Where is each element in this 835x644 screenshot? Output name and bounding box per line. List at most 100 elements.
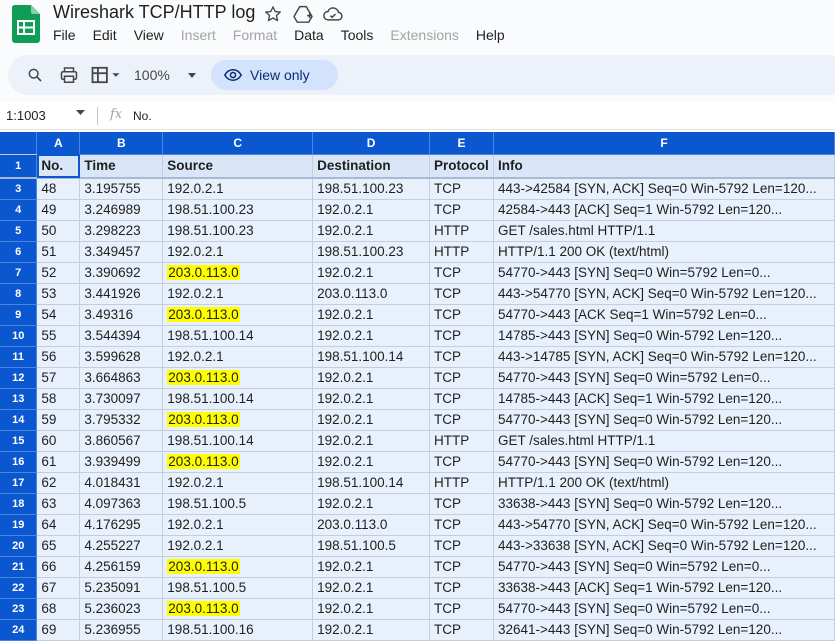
print-icon[interactable] — [57, 64, 81, 86]
cell-destination[interactable]: 203.0.113.0 — [312, 283, 431, 305]
column-header-a[interactable]: A — [36, 132, 81, 155]
cell-destination[interactable]: 192.0.2.1 — [312, 577, 431, 599]
cell-protocol[interactable]: TCP — [429, 367, 494, 389]
cell-info[interactable]: 443->14785 [SYN, ACK] Seq=0 Win-5792 Len… — [493, 346, 835, 368]
cell-no[interactable]: 63 — [36, 493, 81, 515]
header-cell-info[interactable]: Info — [493, 154, 835, 179]
column-header-f[interactable]: F — [493, 132, 835, 155]
row-header[interactable]: 11 — [0, 346, 38, 368]
cell-info[interactable]: 54770->443 [SYN] Seq=0 Win=5792 Len=0... — [493, 367, 835, 389]
cell-no[interactable]: 55 — [36, 325, 81, 347]
cell-info[interactable]: 32641->443 [SYN] Seq=0 Win-5792 Len=120.… — [493, 619, 835, 641]
row-header[interactable]: 17 — [0, 472, 38, 494]
cell-time[interactable]: 3.246989 — [79, 199, 164, 221]
cell-source[interactable]: 192.0.2.1 — [162, 514, 314, 536]
row-header[interactable]: 22 — [0, 577, 38, 599]
cell-source[interactable]: 192.0.2.1 — [162, 472, 314, 494]
cell-no[interactable]: 68 — [36, 598, 81, 620]
row-header[interactable]: 6 — [0, 241, 38, 263]
cell-info[interactable]: 54770->443 [SYN] Seq=0 Win=5792 Len=0... — [493, 598, 835, 620]
cell-source[interactable]: 203.0.113.0 — [162, 367, 314, 389]
cell-protocol[interactable]: HTTP — [429, 472, 494, 494]
cell-time[interactable]: 3.49316 — [79, 304, 164, 326]
cell-protocol[interactable]: TCP — [429, 493, 494, 515]
cell-time[interactable]: 3.730097 — [79, 388, 164, 410]
row-header[interactable]: 13 — [0, 388, 38, 410]
cell-no[interactable]: 62 — [36, 472, 81, 494]
cell-protocol[interactable]: TCP — [429, 199, 494, 221]
cell-destination[interactable]: 198.51.100.14 — [312, 346, 431, 368]
cell-protocol[interactable]: TCP — [429, 409, 494, 431]
cell-protocol[interactable]: TCP — [429, 556, 494, 578]
row-header[interactable]: 23 — [0, 598, 38, 620]
cell-info[interactable]: 42584->443 [ACK] Seq=1 Win-5792 Len=120.… — [493, 199, 835, 221]
cell-no[interactable]: 59 — [36, 409, 81, 431]
zoom-select[interactable]: 100% — [134, 67, 196, 83]
cell-no[interactable]: 66 — [36, 556, 81, 578]
cell-protocol[interactable]: TCP — [429, 514, 494, 536]
cell-source[interactable]: 198.51.100.23 — [162, 199, 314, 221]
cell-protocol[interactable]: TCP — [429, 577, 494, 599]
cell-info[interactable]: 54770->443 [SYN] Seq=0 Win=5792 Len=0... — [493, 556, 835, 578]
cell-destination[interactable]: 192.0.2.1 — [312, 220, 431, 242]
cell-time[interactable]: 4.097363 — [79, 493, 164, 515]
cell-info[interactable]: HTTP/1.1 200 OK (text/html) — [493, 472, 835, 494]
cell-info[interactable]: 33638->443 [ACK] Seq=1 Win-5792 Len=120.… — [493, 577, 835, 599]
cell-destination[interactable]: 192.0.2.1 — [312, 430, 431, 452]
document-title[interactable]: Wireshark TCP/HTTP log — [53, 2, 255, 23]
cell-destination[interactable]: 192.0.2.1 — [312, 493, 431, 515]
cell-no[interactable]: 58 — [36, 388, 81, 410]
cell-time[interactable]: 3.795332 — [79, 409, 164, 431]
cell-info[interactable]: 54770->443 [SYN] Seq=0 Win-5792 Len=120.… — [493, 409, 835, 431]
cell-time[interactable]: 3.939499 — [79, 451, 164, 473]
name-box[interactable]: 1:1003 — [6, 108, 46, 123]
cell-source[interactable]: 203.0.113.0 — [162, 304, 314, 326]
cell-destination[interactable]: 198.51.100.23 — [312, 178, 431, 200]
column-header-d[interactable]: D — [312, 132, 431, 155]
cell-no[interactable]: 53 — [36, 283, 81, 305]
row-header[interactable]: 21 — [0, 556, 38, 578]
cell-time[interactable]: 3.195755 — [79, 178, 164, 200]
cell-destination[interactable]: 192.0.2.1 — [312, 304, 431, 326]
cell-time[interactable]: 4.255227 — [79, 535, 164, 557]
cell-time[interactable]: 3.298223 — [79, 220, 164, 242]
cell-source[interactable]: 198.51.100.14 — [162, 388, 314, 410]
cell-protocol[interactable]: TCP — [429, 304, 494, 326]
cell-source[interactable]: 203.0.113.0 — [162, 556, 314, 578]
sheets-logo-icon[interactable] — [11, 5, 41, 43]
cell-source[interactable]: 203.0.113.0 — [162, 451, 314, 473]
row-header[interactable]: 1 — [0, 154, 38, 179]
cell-time[interactable]: 3.544394 — [79, 325, 164, 347]
cell-protocol[interactable]: TCP — [429, 388, 494, 410]
column-header-c[interactable]: C — [162, 132, 314, 155]
cell-destination[interactable]: 198.51.100.5 — [312, 535, 431, 557]
cell-destination[interactable]: 192.0.2.1 — [312, 262, 431, 284]
cell-protocol[interactable]: TCP — [429, 262, 494, 284]
cloud-status-icon[interactable] — [322, 4, 344, 24]
row-header[interactable]: 14 — [0, 409, 38, 431]
select-all-corner[interactable] — [0, 132, 38, 155]
menu-edit[interactable]: Edit — [93, 27, 117, 43]
row-header[interactable]: 8 — [0, 283, 38, 305]
cell-source[interactable]: 198.51.100.5 — [162, 577, 314, 599]
header-cell-time[interactable]: Time — [79, 154, 164, 179]
row-header[interactable]: 24 — [0, 619, 38, 641]
cell-no[interactable]: 54 — [36, 304, 81, 326]
column-header-b[interactable]: B — [79, 132, 164, 155]
cell-protocol[interactable]: TCP — [429, 619, 494, 641]
cell-destination[interactable]: 192.0.2.1 — [312, 598, 431, 620]
view-only-button[interactable]: View only — [211, 60, 338, 90]
cell-protocol[interactable]: HTTP — [429, 430, 494, 452]
cell-source[interactable]: 198.51.100.16 — [162, 619, 314, 641]
cell-protocol[interactable]: TCP — [429, 535, 494, 557]
cell-info[interactable]: 54770->443 [SYN] Seq=0 Win=5792 Len=0... — [493, 262, 835, 284]
cell-destination[interactable]: 192.0.2.1 — [312, 367, 431, 389]
cell-source[interactable]: 198.51.100.5 — [162, 493, 314, 515]
cell-time[interactable]: 4.256159 — [79, 556, 164, 578]
cell-protocol[interactable]: TCP — [429, 178, 494, 200]
cell-info[interactable]: 443->54770 [SYN, ACK] Seq=0 Win-5792 Len… — [493, 283, 835, 305]
freeze-panes-dropdown[interactable] — [88, 64, 124, 86]
move-to-drive-icon[interactable] — [292, 4, 314, 24]
cell-destination[interactable]: 192.0.2.1 — [312, 619, 431, 641]
row-header[interactable]: 20 — [0, 535, 38, 557]
